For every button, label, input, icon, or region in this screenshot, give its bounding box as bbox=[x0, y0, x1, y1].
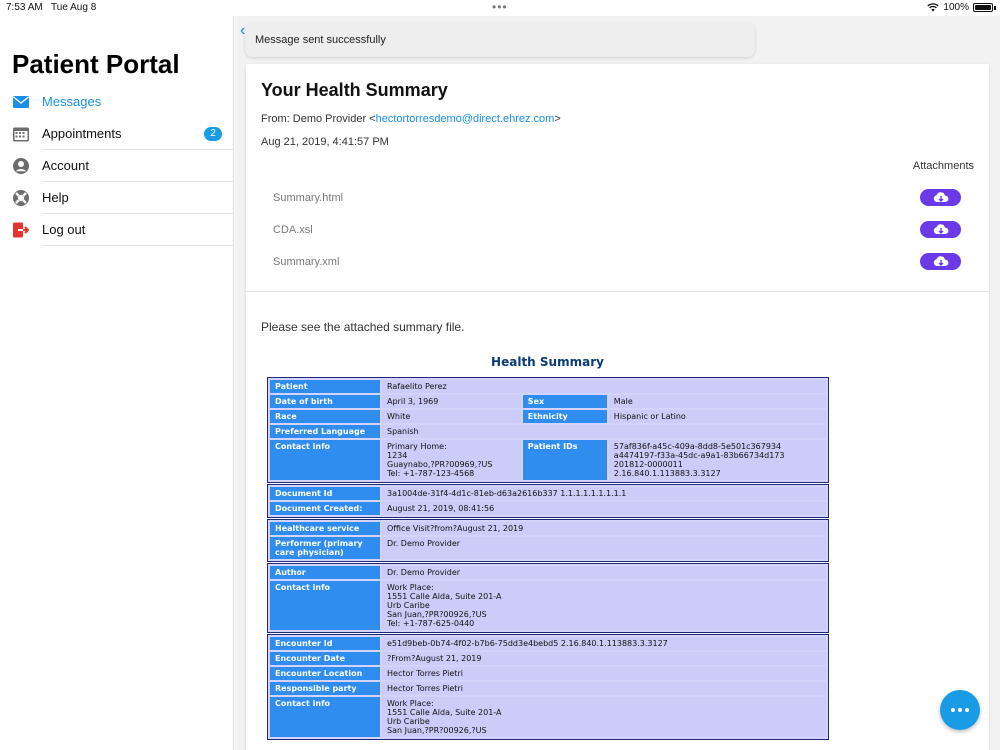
sidebar-item-logout[interactable]: Log out bbox=[0, 214, 234, 246]
sidebar-item-label: Messages bbox=[42, 94, 102, 109]
card-divider bbox=[246, 291, 989, 292]
sidebar-nav: Messages Appointments 2 Account Help Log… bbox=[0, 86, 234, 246]
sidebar-item-label: Log out bbox=[42, 222, 86, 237]
attachment-filename[interactable]: Summary.html bbox=[273, 192, 343, 204]
cloud-download-icon bbox=[933, 224, 948, 234]
table-row: Patient Rafaelito Perez bbox=[270, 380, 826, 393]
sidebar-item-messages[interactable]: Messages bbox=[0, 86, 234, 118]
message-body: Please see the attached summary file. bbox=[261, 320, 465, 334]
attachment-filename[interactable]: CDA.xsl bbox=[273, 224, 313, 236]
table-row: Responsible party Hector Torres Pietri bbox=[270, 682, 826, 695]
status-bar: 7:53 AM Tue Aug 8 ••• 100% bbox=[0, 0, 1000, 16]
main-content: ‹ Message sent successfully Your Health … bbox=[235, 16, 1000, 750]
table-row: Encounter Location Hector Torres Pietri bbox=[270, 667, 826, 680]
table-row: Contact info Primary Home: 1234 Guaynabo… bbox=[270, 440, 826, 480]
message-title: Your Health Summary bbox=[261, 80, 448, 100]
more-actions-button[interactable] bbox=[940, 690, 980, 730]
table-row: Date of birth April 3, 1969 Sex Male bbox=[270, 395, 826, 408]
health-summary-tables: Patient Rafaelito Perez Date of birth Ap… bbox=[267, 377, 829, 740]
message-date: Aug 21, 2019, 4:41:57 PM bbox=[261, 136, 389, 148]
user-icon bbox=[13, 158, 29, 174]
battery-icon bbox=[973, 3, 993, 12]
download-button[interactable] bbox=[920, 253, 961, 270]
calendar-icon bbox=[13, 127, 29, 142]
table-row: Contact info Work Place: 1551 Calle Alda… bbox=[270, 697, 826, 737]
more-icon bbox=[951, 708, 955, 712]
patient-table: Patient Rafaelito Perez Date of birth Ap… bbox=[267, 377, 829, 483]
sidebar-item-label: Help bbox=[42, 190, 69, 205]
multitask-dots-icon[interactable]: ••• bbox=[492, 0, 508, 14]
logout-icon bbox=[13, 222, 30, 238]
attachments-heading: Attachments bbox=[912, 160, 974, 172]
sidebar-item-label: Account bbox=[42, 158, 89, 173]
wifi-icon bbox=[927, 3, 940, 12]
attachment-row: Summary.html bbox=[246, 182, 989, 214]
encounter-table: Encounter Id e51d9beb-0b74-4f02-b7b6-75d… bbox=[267, 634, 829, 740]
download-button[interactable] bbox=[920, 189, 961, 206]
table-row: Preferred Language Spanish bbox=[270, 425, 826, 438]
app-title: Patient Portal bbox=[12, 49, 180, 79]
table-row: Race White Ethnicity Hispanic or Latino bbox=[270, 410, 826, 423]
download-button[interactable] bbox=[920, 221, 961, 238]
health-summary-title: Health Summary bbox=[491, 355, 604, 369]
attachment-filename[interactable]: Summary.xml bbox=[273, 256, 339, 268]
sidebar-item-account[interactable]: Account bbox=[0, 150, 234, 182]
table-row: Document Created: August 21, 2019, 08:41… bbox=[270, 502, 826, 515]
sender-email-link[interactable]: hectortorresdemo@direct.ehrez.com bbox=[376, 113, 555, 125]
status-time: 7:53 AM Tue Aug 8 bbox=[6, 2, 97, 13]
service-table: Healthcare service Office Visit?from?Aug… bbox=[267, 519, 829, 562]
status-right: 100% bbox=[927, 2, 996, 13]
cloud-download-icon bbox=[933, 256, 948, 266]
document-table: Document Id 3a1004de-31f4-4d1c-81eb-d63a… bbox=[267, 484, 829, 518]
table-row: Encounter Id e51d9beb-0b74-4f02-b7b6-75d… bbox=[270, 637, 826, 650]
message-from: From: Demo Provider <hectortorresdemo@di… bbox=[261, 113, 561, 125]
cloud-download-icon bbox=[933, 192, 948, 202]
table-row: Performer (primary care physician) Dr. D… bbox=[270, 537, 826, 559]
sidebar-item-appointments[interactable]: Appointments 2 bbox=[0, 118, 234, 150]
sidebar: Patient Portal Messages Appointments 2 A… bbox=[0, 16, 234, 750]
sidebar-item-label: Appointments bbox=[42, 126, 122, 141]
attachment-row: CDA.xsl bbox=[246, 214, 989, 246]
battery-percent: 100% bbox=[943, 2, 969, 13]
table-row: Contact info Work Place: 1551 Calle Alda… bbox=[270, 581, 826, 630]
lifebuoy-icon bbox=[13, 190, 29, 206]
table-row: Encounter Date ?From?August 21, 2019 bbox=[270, 652, 826, 665]
table-row: Healthcare service Office Visit?from?Aug… bbox=[270, 522, 826, 535]
toast-notification: Message sent successfully bbox=[245, 23, 755, 57]
envelope-icon bbox=[13, 96, 29, 108]
author-table: Author Dr. Demo Provider Contact info Wo… bbox=[267, 563, 829, 633]
table-row: Author Dr. Demo Provider bbox=[270, 566, 826, 579]
attachment-row: Summary.xml bbox=[246, 246, 989, 278]
table-row: Document Id 3a1004de-31f4-4d1c-81eb-d63a… bbox=[270, 487, 826, 500]
appointments-count-badge: 2 bbox=[204, 127, 222, 141]
sidebar-item-help[interactable]: Help bbox=[0, 182, 234, 214]
message-card: Your Health Summary From: Demo Provider … bbox=[246, 64, 989, 750]
